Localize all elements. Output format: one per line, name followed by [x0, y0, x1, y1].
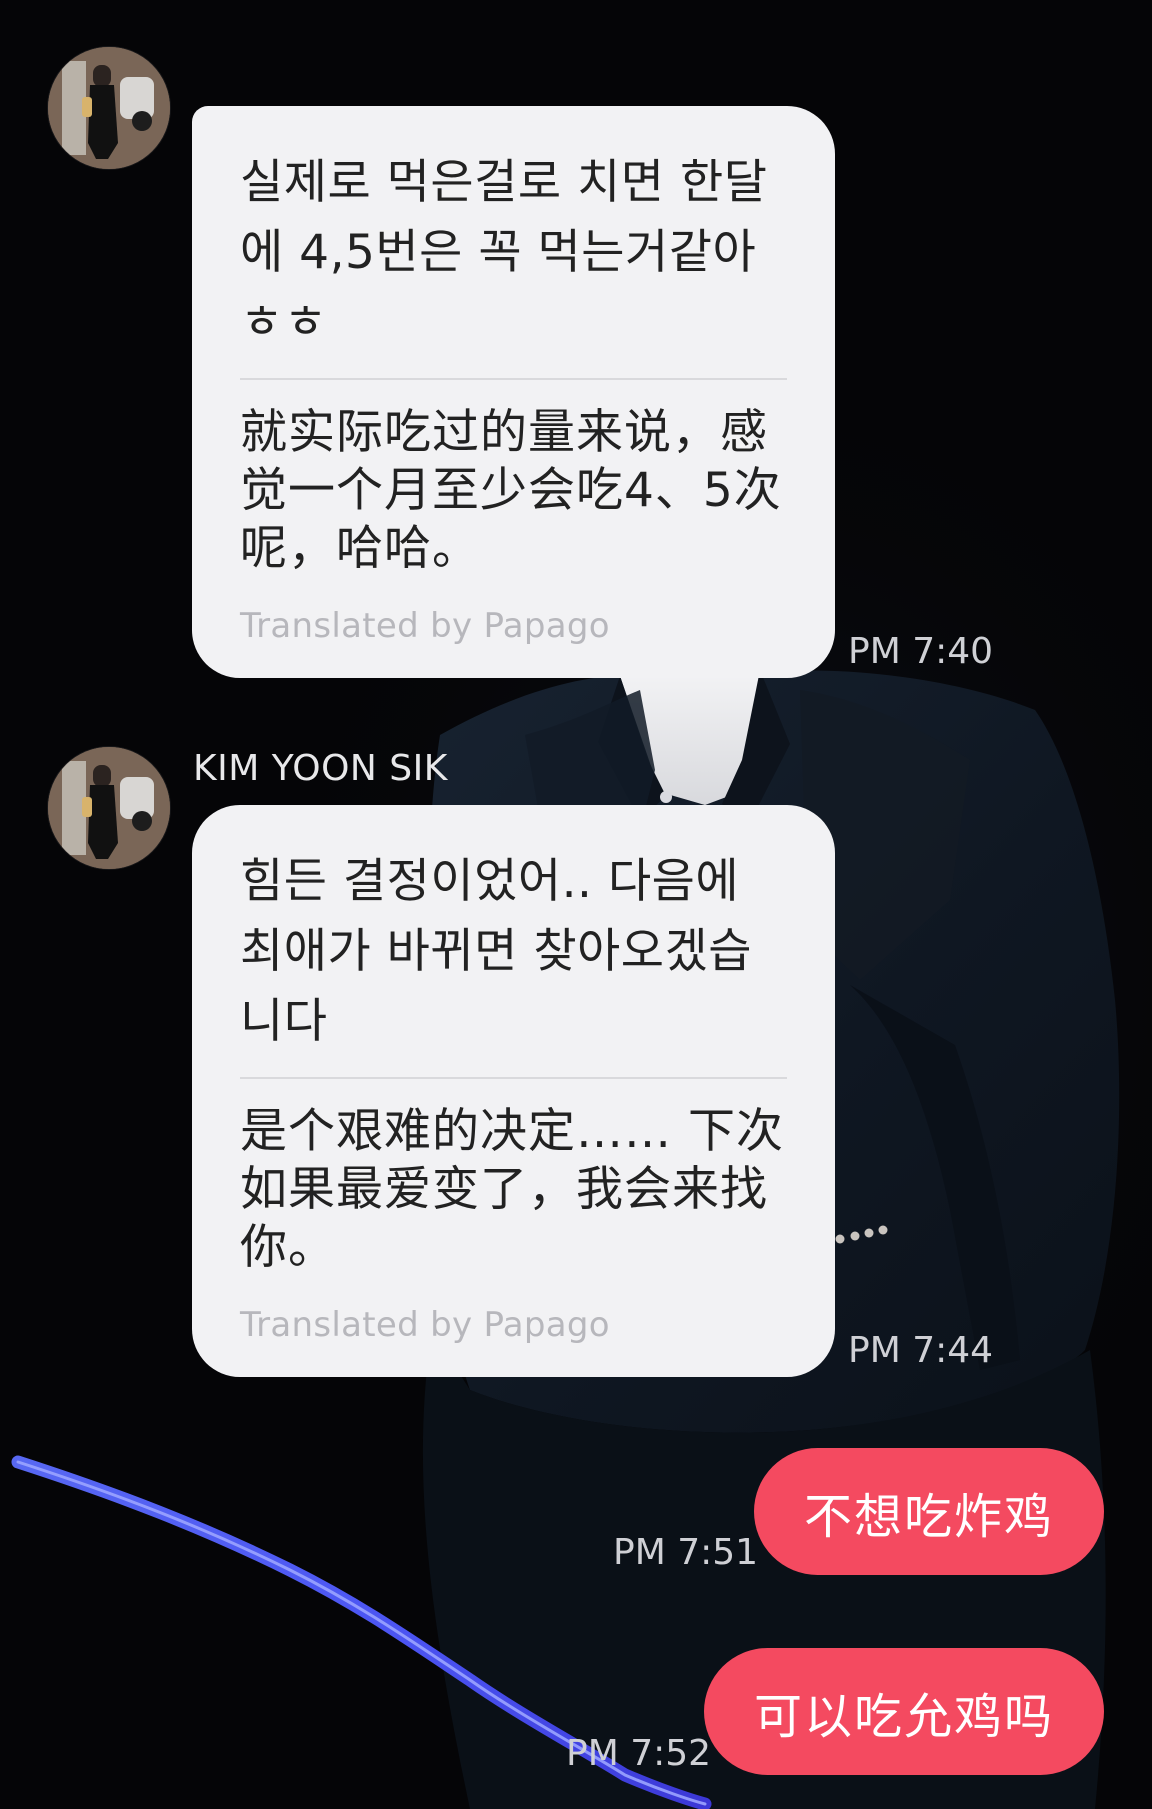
profile-photo-icon: [48, 47, 170, 169]
message-timestamp: PM 7:52: [566, 1733, 712, 1774]
contact-avatar[interactable]: [48, 747, 170, 869]
outgoing-message-text: 可以吃允鸡吗: [753, 1688, 1054, 1745]
translated-message-text: 就实际吃过的量来说，感觉一个月至少会吃4、5次呢，哈哈。: [240, 405, 782, 576]
original-message-text: 힘든 결정이었어.. 다음에 최애가 바뀌면 찾아오겠습니다: [240, 854, 755, 1049]
original-message-text: 실제로 먹은걸로 치면 한달에 4,5번은 꼭 먹는거같아ㅎㅎ: [240, 155, 768, 350]
message-timestamp: PM 7:51: [613, 1532, 759, 1573]
incoming-message-bubble[interactable]: 힘든 결정이었어.. 다음에 최애가 바뀌면 찾아오겠습니다 是个艰难的决定………: [192, 805, 835, 1377]
message-timestamp: PM 7:44: [848, 1330, 994, 1371]
incoming-message-bubble[interactable]: 실제로 먹은걸로 치면 한달에 4,5번은 꼭 먹는거같아ㅎㅎ 就实际吃过的量来…: [192, 106, 835, 678]
outgoing-message-bubble[interactable]: 可以吃允鸡吗: [703, 1648, 1104, 1775]
profile-photo-icon: [48, 747, 170, 869]
message-timestamp: PM 7:40: [848, 631, 994, 672]
outgoing-message-text: 不想吃炸鸡: [803, 1488, 1054, 1545]
sender-name: KIM YOON SIK: [193, 748, 448, 789]
translation-credit: Translated by Papago: [240, 1305, 610, 1345]
outgoing-message-bubble[interactable]: 不想吃炸鸡: [753, 1448, 1104, 1575]
translation-credit: Translated by Papago: [240, 606, 610, 646]
contact-avatar[interactable]: [48, 47, 170, 169]
translation-divider: [240, 1077, 787, 1079]
translation-divider: [240, 378, 787, 380]
translated-message-text: 是个艰难的决定…… 下次如果最爱变了，我会来找你。: [240, 1104, 784, 1275]
